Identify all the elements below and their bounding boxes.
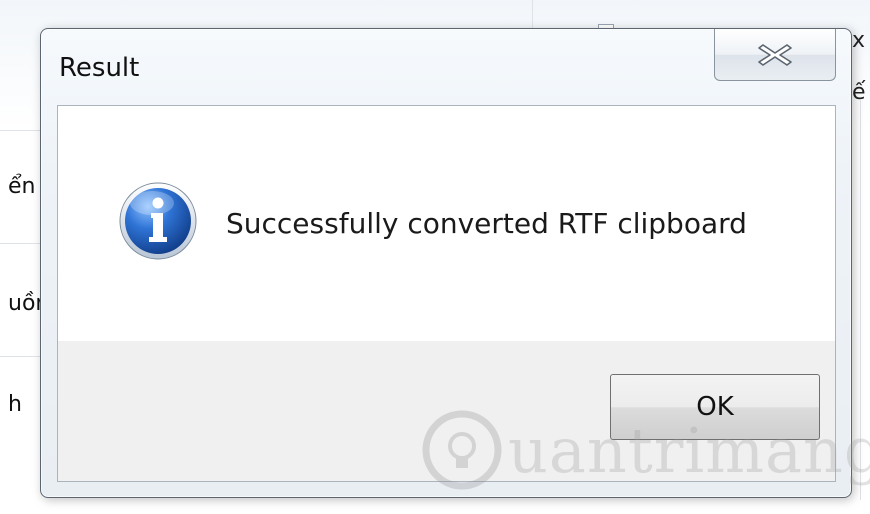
background-divider [860, 100, 861, 500]
dialog-content: Successfully converted RTF clipboard OK [57, 105, 836, 482]
message-area: Successfully converted RTF clipboard [58, 106, 835, 341]
background-divider [0, 356, 40, 357]
background-divider [532, 0, 533, 28]
background-text: x [852, 28, 866, 53]
close-icon [758, 43, 792, 66]
background-text: ế [852, 80, 866, 105]
close-button[interactable] [714, 29, 836, 81]
result-dialog: Result Successfully converted RTF clipbo… [40, 28, 852, 498]
info-icon [119, 182, 197, 260]
background-divider [0, 130, 40, 131]
message-text: Successfully converted RTF clipboard [226, 207, 747, 240]
background-label: ển [8, 174, 36, 199]
background-divider [0, 243, 40, 244]
ok-button[interactable]: OK [610, 374, 820, 440]
background-label: h [8, 392, 22, 417]
dialog-title: Result [59, 53, 140, 83]
